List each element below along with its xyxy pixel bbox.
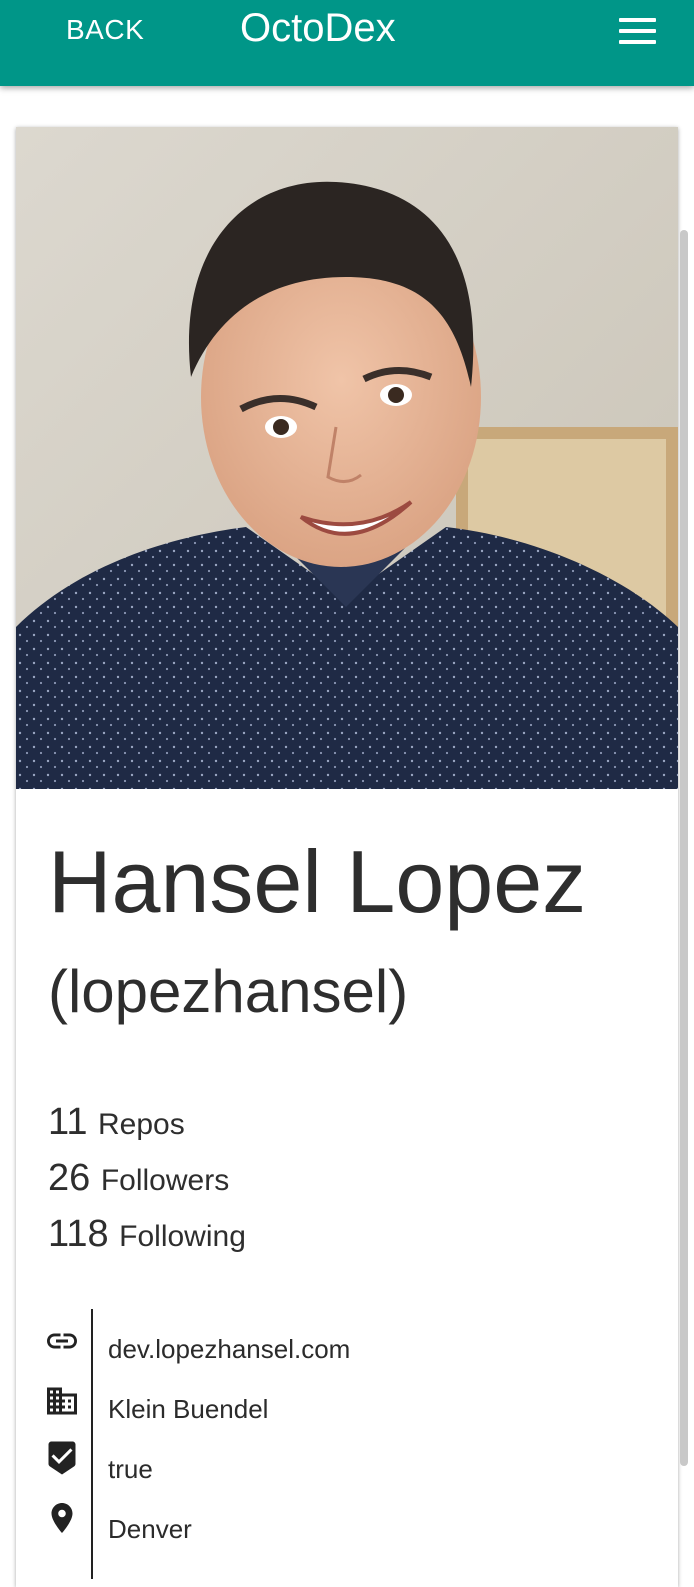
- company-text: Klein Buendel: [108, 1394, 269, 1424]
- location-text: Denver: [108, 1514, 192, 1544]
- stat-followers[interactable]: 26 Followers: [48, 1156, 229, 1203]
- info-divider: [91, 1309, 93, 1579]
- profile-username: (lopezhansel): [48, 958, 409, 1025]
- stat-following[interactable]: 118 Following: [48, 1212, 246, 1259]
- stat-label: Repos: [98, 1108, 185, 1141]
- stat-repos[interactable]: 11 Repos: [48, 1100, 185, 1147]
- verified-icon: [48, 1441, 76, 1475]
- app-bar: BACK OctoDex: [0, 0, 694, 86]
- back-button[interactable]: BACK: [66, 14, 144, 46]
- hamburger-menu-icon[interactable]: [618, 16, 658, 46]
- profile-card: Hansel Lopez (lopezhansel) 11 Repos 26 F…: [16, 127, 678, 1587]
- stat-label: Following: [119, 1220, 246, 1253]
- website-link[interactable]: dev.lopezhansel.com: [108, 1333, 350, 1365]
- scrollbar[interactable]: [680, 230, 688, 1466]
- profile-photo: [16, 127, 678, 789]
- stat-value: 118: [48, 1213, 109, 1255]
- location-icon: [51, 1503, 73, 1533]
- stat-label: Followers: [100, 1164, 230, 1197]
- profile-name: Hansel Lopez: [48, 832, 587, 931]
- app-title: OctoDex: [240, 6, 396, 50]
- hireable-text: true: [108, 1454, 153, 1484]
- stat-value: 26: [48, 1157, 91, 1199]
- link-icon: [47, 1333, 77, 1349]
- company-icon: [47, 1387, 77, 1415]
- stat-value: 11: [48, 1101, 88, 1143]
